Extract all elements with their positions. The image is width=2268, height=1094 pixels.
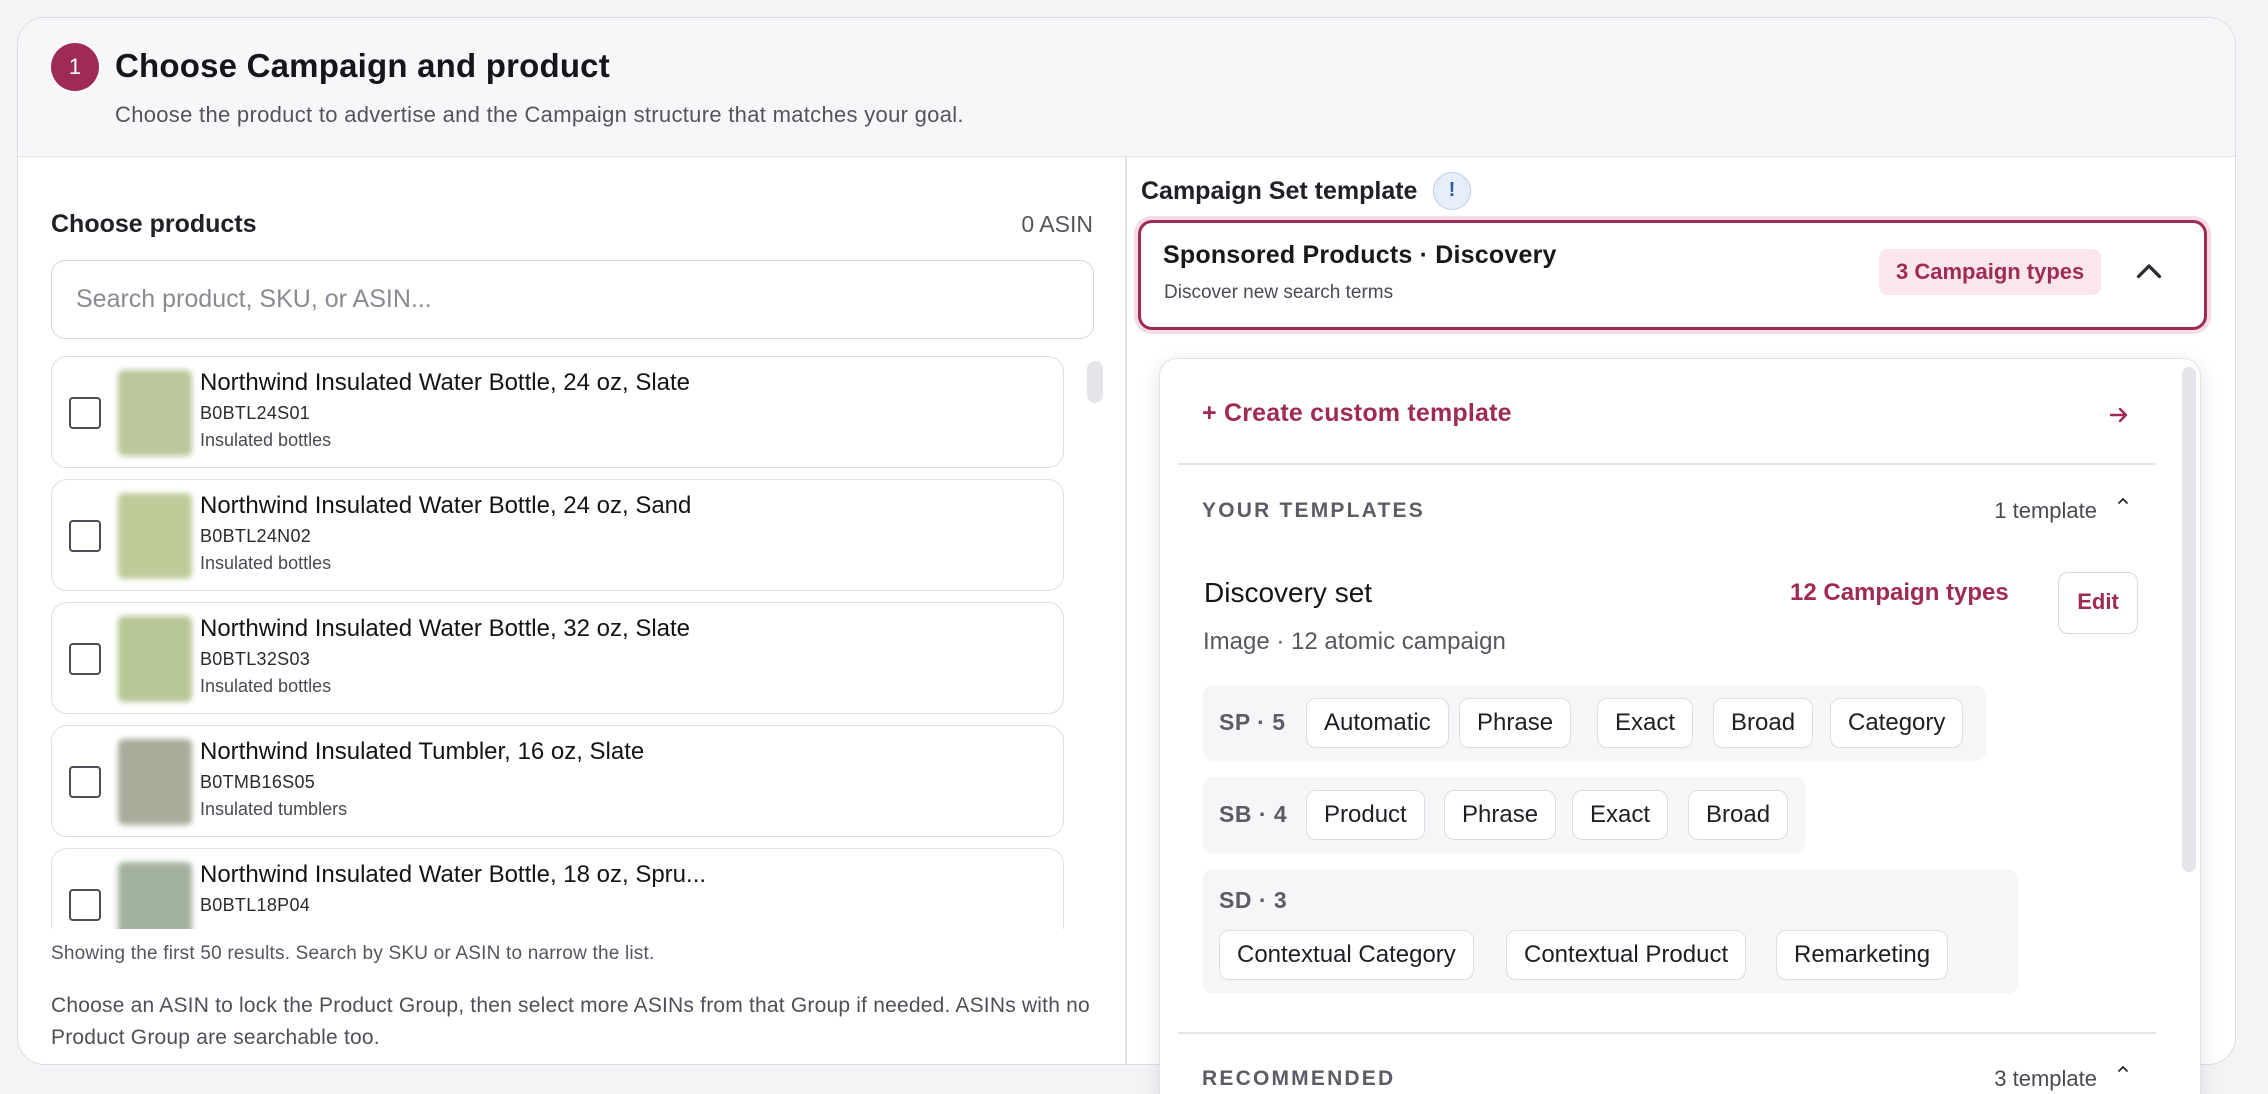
product-row[interactable]: Northwind Insulated Water Bottle, 18 oz,…	[51, 848, 1064, 929]
campaign-type-chip: Automatic	[1306, 698, 1449, 748]
product-category: Insulated tumblers	[200, 799, 348, 819]
product-list: Northwind Insulated Water Bottle, 24 oz,…	[51, 356, 1094, 929]
product-sku: B0BTL24N02	[200, 526, 312, 546]
dropdown-scrollbar[interactable]	[2182, 367, 2196, 872]
product-sku: B0BTL24S01	[200, 403, 311, 423]
campaign-type-chip: Remarketing	[1776, 930, 1949, 980]
campaign-type-chip: Phrase	[1459, 698, 1572, 748]
campaign-type-chip: Exact	[1597, 698, 1694, 748]
caret-up-icon[interactable]	[2115, 1061, 2131, 1077]
product-sku: B0TMB16S05	[200, 772, 316, 792]
campaign-type-chip: Exact	[1572, 790, 1669, 840]
your-templates-count[interactable]: 1 template	[1994, 498, 2097, 524]
your-templates-label: YOUR TEMPLATES	[1202, 499, 1425, 522]
product-checkbox[interactable]	[69, 889, 101, 921]
campaign-type-chip: Contextual Product	[1506, 930, 1747, 980]
product-sku: B0BTL18P04	[200, 895, 311, 915]
campaign-group-label: SB · 4	[1219, 801, 1288, 827]
product-sku: B0BTL32S03	[200, 649, 311, 669]
product-name: Northwind Insulated Tumbler, 16 oz, Slat…	[200, 738, 645, 765]
column-divider	[1125, 156, 1127, 1065]
template-subtitle: Image · 12 atomic campaign	[1203, 628, 1506, 655]
results-note: Showing the first 50 results. Search by …	[51, 943, 655, 964]
chevron-up-icon[interactable]	[2131, 254, 2167, 290]
campaign-group-label: SP · 5	[1219, 709, 1286, 735]
campaign-type-chip: Phrase	[1444, 790, 1557, 840]
product-thumbnail	[118, 616, 192, 702]
campaign-type-chip: Broad	[1713, 698, 1814, 748]
step-title: Choose Campaign and product	[115, 47, 610, 84]
campaign-group-label: SD · 3	[1219, 887, 1288, 913]
template-section-title: Campaign Set template	[1141, 177, 1418, 205]
product-row[interactable]: Northwind Insulated Tumbler, 16 oz, Slat…	[51, 725, 1064, 837]
template-select[interactable]: Sponsored Products · Discovery Discover …	[1138, 220, 2207, 330]
product-name: Northwind Insulated Water Bottle, 24 oz,…	[200, 492, 692, 519]
campaign-type-chip: Broad	[1688, 790, 1789, 840]
info-icon[interactable]: !	[1433, 172, 1471, 210]
product-thumbnail	[118, 739, 192, 825]
step-header: 1 Choose Campaign and product Choose the…	[18, 18, 2235, 157]
product-name: Northwind Insulated Water Bottle, 24 oz,…	[200, 369, 691, 396]
dropdown-divider	[1178, 1032, 2156, 1034]
product-group-help: Choose an ASIN to lock the Product Group…	[51, 994, 1090, 1049]
product-thumbnail	[118, 370, 192, 456]
caret-up-icon[interactable]	[2115, 493, 2131, 509]
product-search-input[interactable]	[51, 260, 1094, 339]
product-checkbox[interactable]	[69, 397, 101, 429]
product-thumbnail	[118, 862, 192, 929]
product-chooser: Choose products 0 ASIN Northwind Insulat…	[18, 157, 1126, 1064]
template-dropdown: + Create custom template YOUR TEMPLATES …	[1159, 358, 2201, 1094]
product-row[interactable]: Northwind Insulated Water Bottle, 32 oz,…	[51, 602, 1064, 714]
campaign-group-sd: SD · 3 Contextual Category Contextual Pr…	[1203, 869, 2018, 994]
product-category: Insulated bottles	[200, 553, 332, 573]
campaign-type-chip: Product	[1306, 790, 1425, 840]
product-row[interactable]: Northwind Insulated Water Bottle, 24 oz,…	[51, 356, 1064, 468]
edit-template-button[interactable]: Edit	[2058, 572, 2138, 634]
selected-template-name: Sponsored Products · Discovery	[1163, 241, 1557, 269]
product-name: Northwind Insulated Water Bottle, 32 oz,…	[200, 615, 691, 642]
step-subtitle: Choose the product to advertise and the …	[115, 102, 964, 127]
template-name[interactable]: Discovery set	[1204, 577, 1372, 609]
selected-template-description: Discover new search terms	[1164, 282, 1394, 303]
asin-count: 0 ASIN	[1021, 211, 1093, 237]
product-name: Northwind Insulated Water Bottle, 18 oz,…	[200, 861, 707, 888]
arrow-right-icon[interactable]	[2107, 403, 2131, 427]
product-checkbox[interactable]	[69, 766, 101, 798]
template-campaign-types: 12 Campaign types	[1790, 579, 2009, 606]
campaign-type-chip: Category	[1830, 698, 1964, 748]
campaign-group-sp: SP · 5 Automatic Phrase Exact Broad Cate…	[1203, 685, 1986, 761]
product-checkbox[interactable]	[69, 520, 101, 552]
product-category: Insulated bottles	[200, 430, 332, 450]
create-custom-template-link[interactable]: + Create custom template	[1202, 399, 1512, 428]
product-row[interactable]: Northwind Insulated Water Bottle, 24 oz,…	[51, 479, 1064, 591]
campaign-types-badge: 3 Campaign types	[1879, 249, 2102, 295]
dropdown-divider	[1178, 463, 2156, 465]
step-number-badge: 1	[51, 43, 99, 91]
recommended-label: RECOMMENDED	[1202, 1067, 1396, 1090]
product-category: Insulated bottles	[200, 676, 332, 696]
campaign-group-sb: SB · 4 Product Phrase Exact Broad	[1203, 777, 1806, 853]
products-title: Choose products	[51, 210, 257, 238]
recommended-count[interactable]: 3 template	[1994, 1066, 2097, 1092]
campaign-type-chip: Contextual Category	[1219, 930, 1474, 980]
product-checkbox[interactable]	[69, 643, 101, 675]
product-list-scrollbar[interactable]	[1087, 361, 1103, 403]
product-thumbnail	[118, 493, 192, 579]
